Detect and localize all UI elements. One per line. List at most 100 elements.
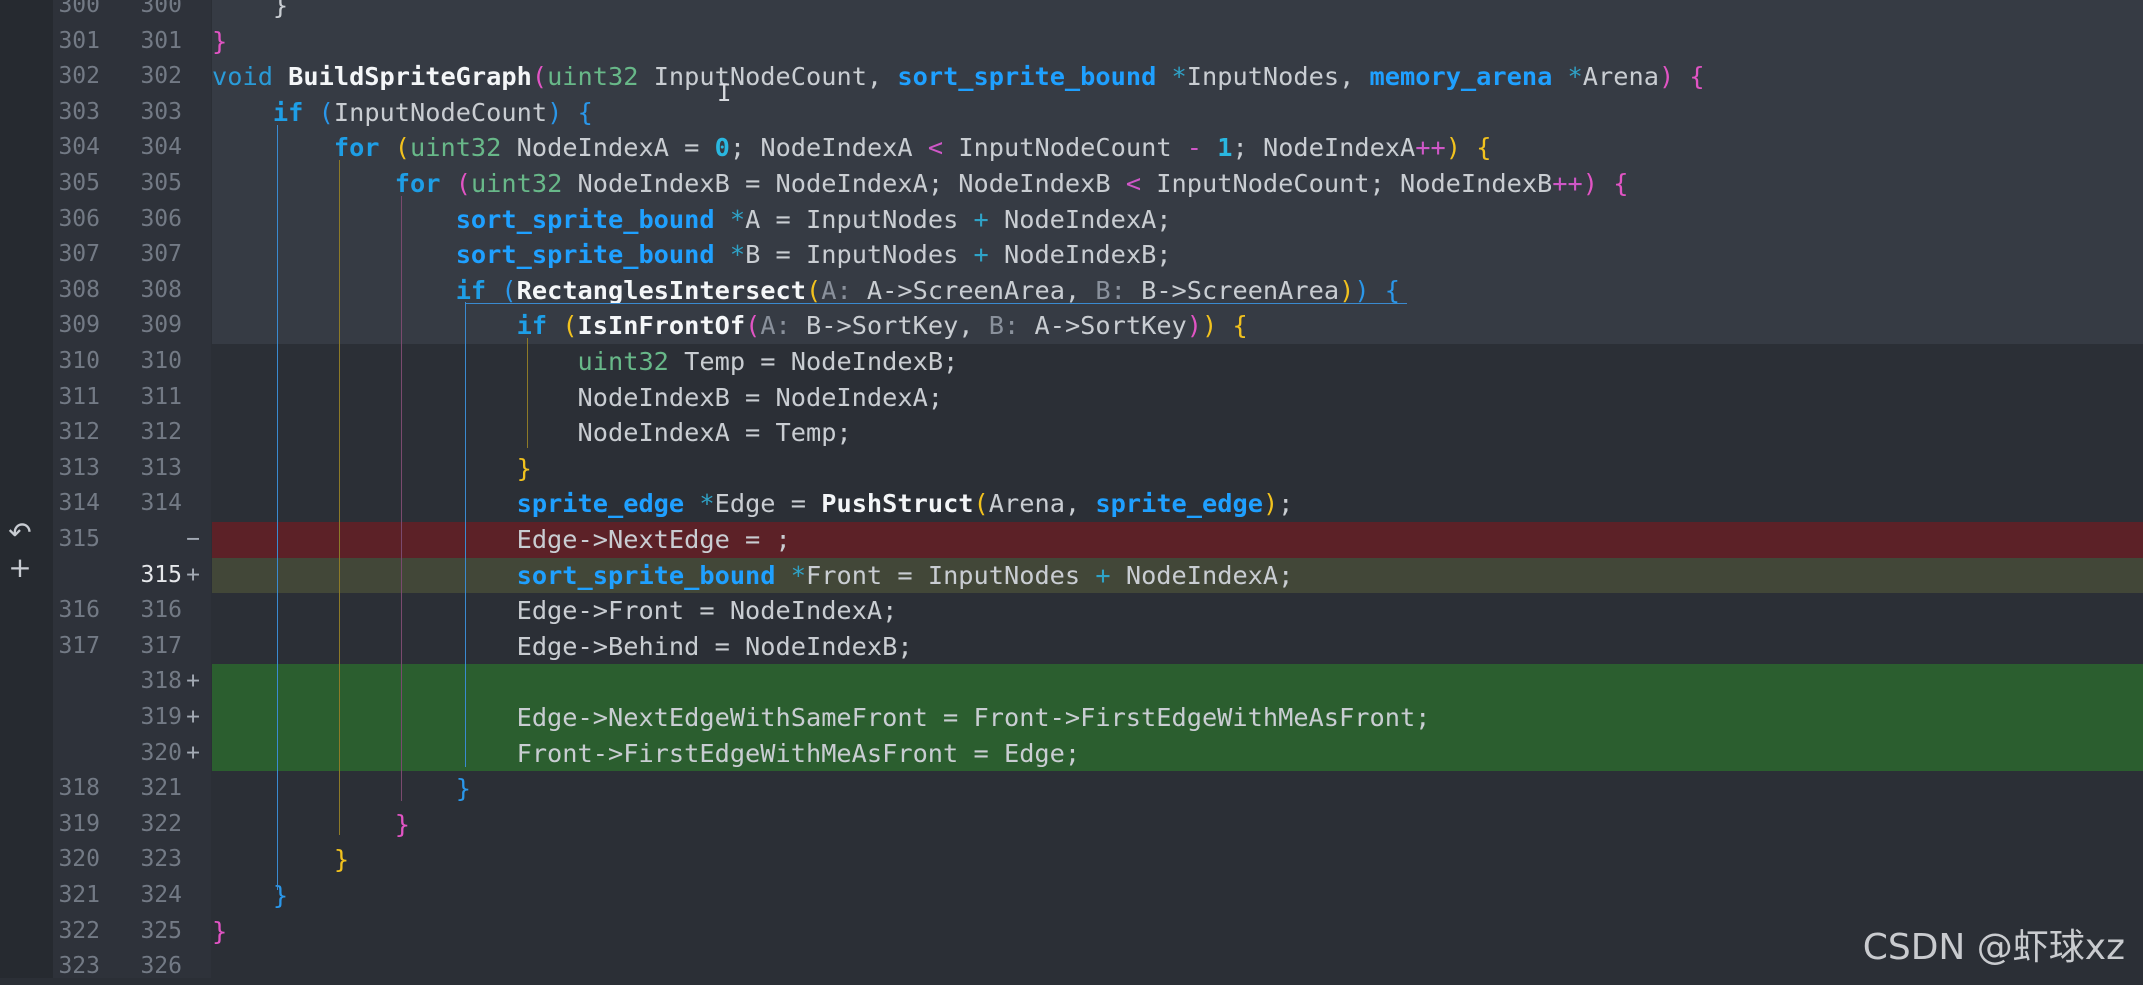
code-line[interactable]: 321 324 } [0,878,2143,914]
indent-guide [277,125,278,890]
new-line-number: 309 [140,312,182,339]
code-line[interactable]: 323 326 [0,949,2143,985]
new-line-number: 319 [140,704,182,730]
code-text[interactable]: } [212,914,227,950]
new-line-number: 301 [140,27,182,54]
text-cursor: I [717,79,732,107]
code-text[interactable]: sprite_edge *Edge = PushStruct(Arena, sp… [212,486,1294,522]
new-line-number: 311 [140,383,182,410]
code-text[interactable]: sort_sprite_bound *Front = InputNodes + … [212,558,1294,594]
code-line[interactable]: 317 317 Edge->Behind = NodeIndexB; [0,628,2143,665]
code-text[interactable]: for (uint32 NodeIndexA = 0; NodeIndexA <… [212,130,1492,166]
code-line[interactable]: 309 309 if (IsInFrontOf(A: B->SortKey, B:… [0,308,2143,344]
old-line-number [53,558,100,594]
added-marker: + [186,668,200,695]
code-line[interactable]: 304 304 for (uint32 NodeIndexA = 0; NodeI… [0,130,2143,166]
code-line[interactable]: 318 321 } [0,771,2143,807]
code-line[interactable]: 303 303 if (InputNodeCount) { [0,94,2143,131]
line-background [212,664,2143,700]
diff-marker [182,629,204,665]
code-text[interactable]: Edge->Behind = NodeIndexB; [212,629,913,665]
diff-marker [182,24,204,60]
code-line[interactable]: 315 + sort_sprite_bound *Front = InputNod… [0,557,2143,594]
code-text[interactable]: sort_sprite_bound *B = InputNodes + Node… [212,237,1172,273]
code-text[interactable]: Front->FirstEdgeWithMeAsFront = Edge; [212,736,1081,772]
scope-guide [465,302,466,767]
code-text[interactable]: } [212,771,471,807]
code-text[interactable]: void BuildSpriteGraph(uint32 InputNodeCo… [212,59,1705,95]
code-line[interactable]: 312 312 NodeIndexA = Temp; [0,415,2143,451]
code-line[interactable]: 311 311 NodeIndexB = NodeIndexA; [0,379,2143,416]
code-text[interactable]: } [212,451,532,487]
old-line-number: 317 [58,632,100,659]
code-text[interactable]: } [212,0,288,24]
diff-marker [182,95,204,131]
line-background [212,806,2143,843]
code-line[interactable]: 320 + Front->FirstEdgeWithMeAsFront = Edg… [0,735,2143,772]
code-text[interactable]: sort_sprite_bound *A = InputNodes + Node… [212,202,1172,238]
code-text[interactable]: NodeIndexB = NodeIndexA; [212,380,944,416]
code-line[interactable]: 307 307 sort_sprite_bound *B = InputNodes… [0,237,2143,273]
diff-marker [182,914,204,950]
code-text[interactable]: } [212,24,227,60]
code-text[interactable]: Edge->NextEdge = ; [212,522,791,558]
code-text[interactable]: Edge->NextEdgeWithSameFront = Front->Fir… [212,700,1431,736]
code-line[interactable]: 315 − Edge->NextEdge = ; [0,522,2143,558]
code-line[interactable]: 316 316 Edge->Front = NodeIndexA; [0,593,2143,629]
old-line-number: 320 [58,846,100,873]
code-line[interactable]: 310 310 uint32 Temp = NodeIndexB; [0,344,2143,380]
line-background [212,878,2143,914]
code-line[interactable]: 302 302 void BuildSpriteGraph(uint32 Input… [0,59,2143,95]
new-line-number: 321 [140,775,182,802]
diff-marker [182,771,204,807]
code-text[interactable]: uint32 Temp = NodeIndexB; [212,344,959,380]
new-line-number: 314 [140,490,182,517]
code-line[interactable]: 314 314 sprite_edge *Edge = PushStruct(Ar… [0,486,2143,522]
new-line-number: 306 [140,205,182,232]
watermark: CSDN @虾球xz [1862,927,2125,968]
new-line-number: 322 [140,810,182,837]
diff-marker [182,593,204,629]
new-line-number: 304 [140,134,182,161]
old-line-number: 314 [58,490,100,517]
old-line-number: 316 [58,597,100,624]
code-text[interactable]: Edge->Front = NodeIndexA; [212,593,898,629]
new-line-number: 303 [140,98,182,125]
indent-guide [401,196,402,801]
code-text[interactable]: NodeIndexA = Temp; [212,415,852,451]
old-line-number: 300 [58,0,100,18]
diff-editor[interactable]: ↶ + 300 300 } 301 301} 302 302 void BuildSprit… [0,0,2143,985]
diff-marker [182,842,204,878]
old-line-number: 305 [58,170,100,196]
code-line[interactable]: 305 305 for (uint32 NodeIndexB = NodeInde… [0,166,2143,202]
old-line-number: 310 [58,348,100,374]
diff-marker [182,202,204,238]
code-text[interactable]: } [212,807,410,843]
code-text[interactable]: if (InputNodeCount) { [212,95,593,131]
new-line-number: 317 [140,632,182,659]
diff-marker [182,237,204,273]
old-line-number: 323 [58,953,100,980]
diff-marker [182,949,204,985]
new-line-number: 323 [140,846,182,873]
code-line[interactable]: 300 300 } [0,0,2143,24]
added-marker: + [186,704,200,730]
code-line[interactable]: 319 322 } [0,806,2143,843]
old-line-number: 311 [58,383,100,410]
old-line-number [53,664,100,700]
code-line[interactable]: 306 306 sort_sprite_bound *A = InputNodes… [0,201,2143,238]
old-line-number: 321 [58,882,100,908]
line-background [212,23,2143,60]
new-line-number: 310 [140,348,182,374]
code-line[interactable]: 313 313 } [0,450,2143,487]
code-text[interactable]: } [212,842,349,878]
code-text[interactable]: for (uint32 NodeIndexB = NodeIndexA; Nod… [212,166,1629,202]
line-background [212,771,2143,807]
code-line[interactable]: 301 301} [0,23,2143,60]
code-line[interactable]: 320 323 } [0,842,2143,878]
new-line-number: 307 [140,241,182,268]
code-line[interactable]: 318 + [0,664,2143,700]
code-line[interactable]: 319 + Edge->NextEdgeWithSameFront = Front… [0,700,2143,736]
code-line[interactable]: 322 325} [0,913,2143,950]
code-text[interactable]: if (IsInFrontOf(A: B->SortKey, B: A->Sor… [212,308,1248,344]
